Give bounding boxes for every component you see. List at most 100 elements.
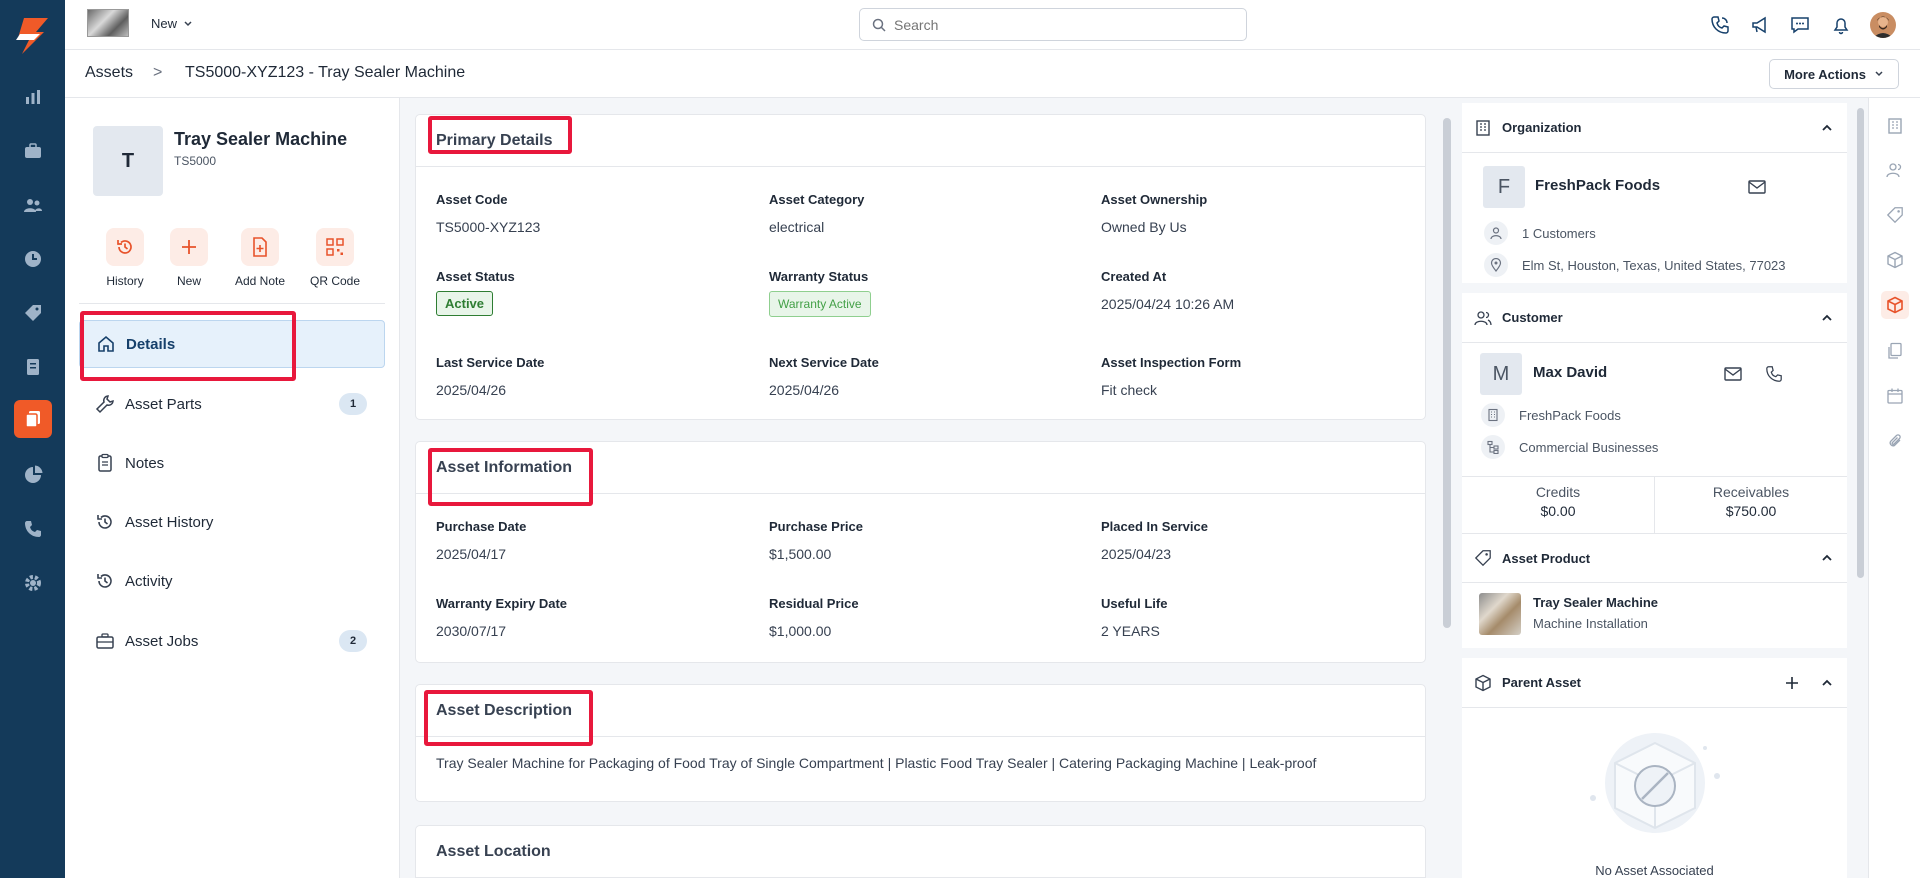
documents-icon[interactable] — [1881, 337, 1909, 365]
dashboard-icon[interactable] — [20, 84, 46, 110]
phone-icon[interactable] — [1765, 365, 1783, 383]
product-name[interactable]: Tray Sealer Machine — [1533, 595, 1658, 610]
chevron-up-icon[interactable] — [1821, 122, 1833, 134]
invoices-icon[interactable] — [20, 354, 46, 380]
search-input[interactable] — [894, 16, 1234, 33]
purchase-date-label: Purchase Date — [436, 519, 527, 534]
settings-icon[interactable] — [20, 570, 46, 596]
chevron-down-icon — [1875, 71, 1883, 77]
breadcrumb-root[interactable]: Assets — [85, 64, 133, 82]
context-panel: Organization F FreshPack Foods 1 Custome… — [1457, 98, 1868, 878]
chevron-up-icon[interactable] — [1821, 677, 1833, 689]
inspection-form-value: Fit check — [1101, 382, 1158, 398]
schedule-icon[interactable] — [20, 246, 46, 272]
customer-name[interactable]: Max David — [1533, 364, 1607, 381]
chevron-up-icon[interactable] — [1821, 312, 1833, 324]
call-icon[interactable] — [1708, 13, 1732, 37]
placed-in-service-value: 2025/04/23 — [1101, 546, 1172, 562]
purchase-price-value: $1,500.00 — [769, 546, 832, 562]
primary-details-title: Primary Details — [416, 115, 1425, 167]
sidebar-item-activity[interactable]: Activity — [79, 557, 385, 605]
new-action[interactable]: New — [149, 228, 229, 288]
asset-sidebar: T Tray Sealer Machine TS5000 History New… — [65, 98, 400, 878]
tags-icon[interactable] — [20, 300, 46, 326]
asset-description-card: Asset Description Tray Sealer Machine fo… — [415, 684, 1426, 802]
app-logo[interactable] — [14, 16, 50, 56]
sidebar-item-label: Asset History — [125, 513, 214, 531]
sidebar-item-label: Activity — [125, 572, 173, 590]
customer-segment-text: Commercial Businesses — [1519, 439, 1659, 455]
more-actions-button[interactable]: More Actions — [1769, 59, 1899, 89]
warranty-expiry-value: 2030/07/17 — [436, 623, 507, 639]
qr-code-action-label: QR Code — [309, 274, 361, 288]
person-icon — [1484, 221, 1508, 245]
asset-product-header[interactable]: Asset Product — [1462, 533, 1847, 583]
receivables-label: Receivables — [1712, 484, 1790, 500]
organization-name[interactable]: FreshPack Foods — [1535, 177, 1660, 194]
building-icon — [1481, 403, 1505, 427]
user-avatar[interactable] — [1870, 12, 1896, 38]
purchase-price-label: Purchase Price — [769, 519, 863, 534]
customers-icon[interactable] — [20, 192, 46, 218]
add-note-action[interactable]: Add Note — [220, 228, 300, 288]
organization-address: Elm St, Houston, Texas, United States, 7… — [1484, 253, 1786, 277]
warranty-status-label: Warranty Status — [769, 269, 869, 284]
assets-icon[interactable] — [14, 400, 52, 438]
customer-header[interactable]: Customer — [1462, 293, 1847, 343]
customers-icon — [1474, 310, 1492, 325]
customer-section: Customer M Max David FreshPack Foods Com… — [1462, 293, 1847, 533]
customer-title: Customer — [1502, 310, 1563, 325]
placed-in-service-label: Placed In Service — [1101, 519, 1208, 534]
parent-asset-empty-text: No Asset Associated — [1595, 863, 1714, 878]
parent-asset-header[interactable]: Parent Asset — [1462, 658, 1847, 708]
qr-code-action[interactable]: QR Code — [295, 228, 375, 288]
plus-icon[interactable] — [1785, 676, 1799, 690]
sidebar-item-notes[interactable]: Notes — [79, 439, 385, 487]
jobs-icon[interactable] — [20, 138, 46, 164]
new-menu-button[interactable]: New — [151, 16, 193, 31]
chevron-up-icon[interactable] — [1821, 552, 1833, 564]
phone-icon[interactable] — [20, 516, 46, 542]
building-icon[interactable] — [1881, 112, 1909, 140]
next-service-value: 2025/04/26 — [769, 382, 840, 398]
attachment-icon[interactable] — [1881, 427, 1909, 455]
tag-icon[interactable] — [1881, 201, 1909, 229]
receivables-stat: Receivables $750.00 — [1655, 477, 1847, 529]
asset-box-icon[interactable] — [1881, 291, 1909, 319]
customers-icon[interactable] — [1881, 156, 1909, 184]
product-category: Machine Installation — [1533, 616, 1648, 631]
empty-asset-illustration — [1590, 733, 1720, 833]
customer-stats: Credits $0.00 Receivables $750.00 — [1462, 477, 1847, 533]
count-badge: 2 — [339, 630, 367, 652]
home-icon — [98, 335, 114, 352]
add-note-icon — [241, 228, 279, 266]
asset-product-title: Asset Product — [1502, 550, 1591, 566]
box-icon[interactable] — [1881, 246, 1909, 274]
bell-icon[interactable] — [1829, 13, 1853, 37]
warranty-status-badge: Warranty Active — [769, 291, 871, 317]
sidebar-item-asset-parts[interactable]: Asset Parts 1 — [79, 380, 385, 428]
sidebar-item-asset-history[interactable]: Asset History — [79, 498, 385, 546]
building-icon — [1476, 119, 1490, 136]
main-scrollbar[interactable] — [1443, 118, 1451, 628]
mail-icon[interactable] — [1748, 180, 1766, 194]
asset-location-title: Asset Location — [416, 826, 1425, 878]
search-box[interactable] — [859, 8, 1247, 41]
asset-ownership-label: Asset Ownership — [1101, 192, 1208, 207]
count-badge: 1 — [339, 393, 367, 415]
reports-icon[interactable] — [20, 462, 46, 488]
search-icon — [872, 18, 886, 32]
context-panel-scrollbar[interactable] — [1857, 108, 1864, 578]
company-thumbnail[interactable] — [87, 9, 129, 37]
chat-icon[interactable] — [1788, 13, 1812, 37]
useful-life-label: Useful Life — [1101, 596, 1168, 611]
mail-icon[interactable] — [1724, 367, 1742, 381]
sidebar-item-asset-jobs[interactable]: Asset Jobs 2 — [79, 617, 385, 665]
sidebar-item-label: Asset Parts — [125, 395, 202, 413]
announcement-icon[interactable] — [1748, 13, 1772, 37]
asset-model: TS5000 — [174, 154, 217, 168]
organization-header[interactable]: Organization — [1462, 103, 1847, 153]
sidebar-item-details[interactable]: Details — [79, 320, 385, 368]
asset-information-title: Asset Information — [416, 442, 1425, 494]
calendar-icon[interactable] — [1881, 382, 1909, 410]
